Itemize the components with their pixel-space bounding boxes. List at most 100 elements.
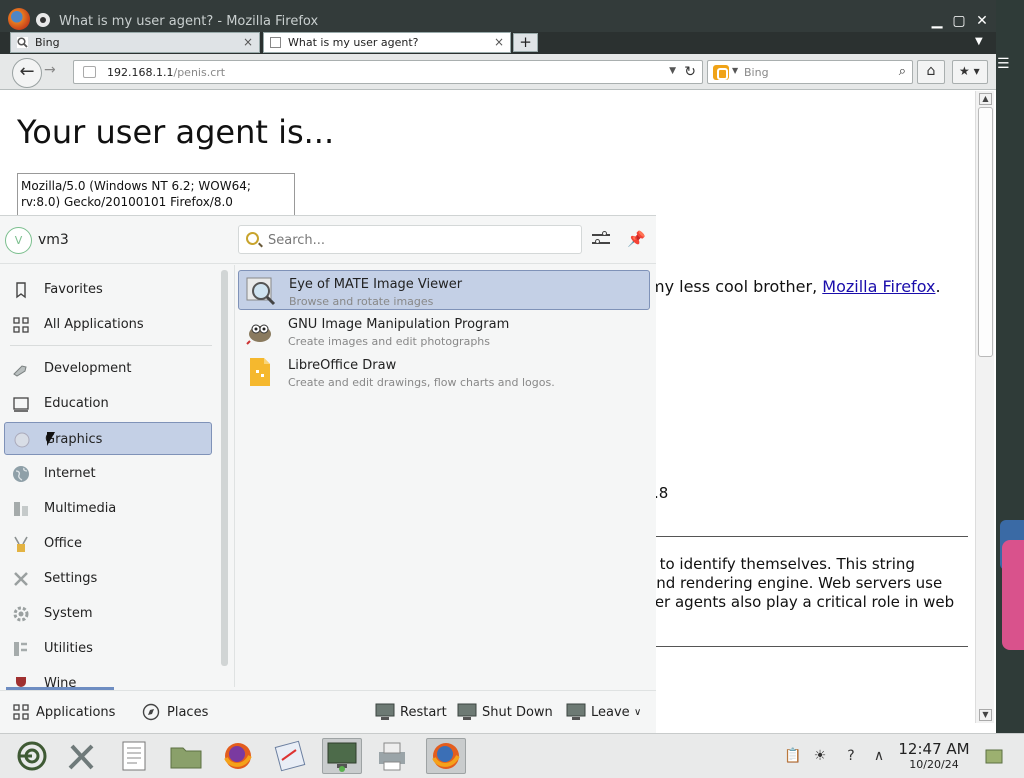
divider bbox=[649, 536, 968, 537]
scrollbar-thumb[interactable] bbox=[978, 107, 993, 357]
tab-close-button[interactable]: × bbox=[494, 35, 504, 49]
category-graphics[interactable]: Graphics bbox=[4, 422, 212, 455]
tab-user-agent[interactable]: What is my user agent? × bbox=[263, 32, 511, 53]
category-utilities[interactable]: Utilities bbox=[4, 632, 212, 665]
forward-button[interactable]: → bbox=[44, 62, 56, 78]
tab-list-icon[interactable]: ▼ bbox=[975, 36, 983, 47]
category-development[interactable]: Development bbox=[4, 352, 212, 385]
tab-bing[interactable]: Bing × bbox=[10, 32, 260, 53]
category-all-applications[interactable]: All Applications bbox=[4, 308, 212, 341]
places-button[interactable]: Places bbox=[142, 701, 212, 725]
scroll-up-icon[interactable]: ▲ bbox=[979, 93, 992, 105]
search-icon[interactable]: ⌕ bbox=[899, 64, 906, 79]
category-scrollbar[interactable] bbox=[221, 270, 228, 666]
page-scrollbar[interactable]: ▲ ▼ bbox=[975, 91, 994, 723]
taskbar: 📋 ☀ ? ∧ 12:47 AM 10/20/24 bbox=[0, 733, 1024, 778]
graphics-icon bbox=[14, 432, 30, 448]
firefox-task[interactable] bbox=[426, 738, 466, 774]
firefox-icon bbox=[432, 743, 460, 769]
category-wine[interactable]: Wine bbox=[4, 667, 212, 687]
hamburger-menu-icon[interactable]: ☰ bbox=[997, 56, 1010, 72]
close-button[interactable]: ✕ bbox=[974, 14, 990, 28]
category-office[interactable]: Office bbox=[4, 527, 212, 560]
url-bar[interactable]: 192.168.1.1/penis.crt ▼ ↻ bbox=[73, 60, 703, 84]
printer-icon[interactable] bbox=[374, 738, 410, 774]
libreoffice-draw-icon bbox=[250, 358, 270, 386]
category-label: System bbox=[44, 606, 93, 621]
text-editor-icon[interactable] bbox=[116, 738, 152, 774]
divider bbox=[10, 345, 212, 346]
globe-icon bbox=[13, 466, 29, 482]
menu-search-input[interactable]: Search... bbox=[238, 225, 582, 254]
search-placeholder: Bing bbox=[744, 66, 769, 79]
site-identity-icon[interactable] bbox=[83, 66, 96, 78]
firefox-icon[interactable] bbox=[220, 738, 256, 774]
category-settings[interactable]: Settings bbox=[4, 562, 212, 595]
minimize-button[interactable]: ▁ bbox=[929, 14, 945, 28]
tab-label: What is my user agent? bbox=[288, 36, 419, 49]
avatar[interactable]: V bbox=[5, 227, 32, 254]
mate-menu-icon[interactable] bbox=[14, 738, 50, 774]
leave-button[interactable]: Leave ∨ bbox=[566, 701, 648, 725]
search-bar[interactable]: ▼ Bing ⌕ bbox=[707, 60, 913, 84]
category-label: Settings bbox=[44, 571, 98, 586]
monitor-icon bbox=[566, 703, 586, 720]
shutdown-label: Shut Down bbox=[482, 705, 553, 720]
back-button[interactable]: ← bbox=[12, 58, 42, 88]
applications-label: Applications bbox=[36, 705, 116, 720]
applications-button[interactable]: Applications bbox=[12, 701, 116, 725]
app-name: GNU Image Manipulation Program bbox=[288, 317, 510, 332]
utilities-icon bbox=[14, 642, 27, 656]
navigation-toolbar: ← → 192.168.1.1/penis.crt ▼ ↻ ▼ Bing ⌕ ⌂… bbox=[0, 54, 996, 90]
bookmarks-button[interactable]: ★ ▾ bbox=[952, 60, 988, 84]
text-fragment: my less cool brother, bbox=[649, 277, 823, 296]
document-viewer-icon[interactable] bbox=[272, 738, 308, 774]
app-libreoffice-draw[interactable]: LibreOffice Draw Create and edit drawing… bbox=[238, 352, 650, 392]
app-gimp[interactable]: GNU Image Manipulation Program Create im… bbox=[238, 311, 650, 351]
terminal-task[interactable] bbox=[322, 738, 362, 774]
brightness-icon[interactable]: ☀ bbox=[812, 748, 828, 764]
reload-icon[interactable]: ↻ bbox=[684, 64, 696, 80]
help-icon[interactable]: ? bbox=[843, 748, 859, 764]
grid-icon bbox=[13, 317, 29, 333]
engine-dropdown-icon[interactable]: ▼ bbox=[732, 66, 738, 75]
tab-close-button[interactable]: × bbox=[243, 35, 253, 49]
gear-icon bbox=[13, 606, 29, 622]
clipboard-icon[interactable]: 📋 bbox=[784, 748, 801, 764]
settings-tools-icon[interactable] bbox=[64, 738, 100, 774]
home-button[interactable]: ⌂ bbox=[917, 60, 945, 84]
shutdown-button[interactable]: Shut Down bbox=[457, 701, 553, 725]
multimedia-icon bbox=[14, 502, 28, 516]
divider bbox=[234, 265, 235, 687]
clock-time[interactable]: 12:47 AM bbox=[898, 740, 970, 758]
category-favorites[interactable]: Favorites bbox=[4, 273, 212, 306]
title-bar[interactable]: What is my user agent? - Mozilla Firefox… bbox=[0, 0, 996, 32]
show-desktop-icon[interactable] bbox=[984, 746, 1004, 766]
history-dropdown-icon[interactable]: ▼ bbox=[669, 66, 676, 76]
maximize-button[interactable]: ▢ bbox=[951, 14, 967, 28]
application-list: Eye of MATE Image Viewer Browse and rota… bbox=[238, 270, 652, 680]
category-label: Favorites bbox=[44, 282, 103, 297]
page-heading: Your user agent is... bbox=[17, 113, 335, 151]
new-tab-button[interactable]: + bbox=[513, 33, 538, 52]
category-multimedia[interactable]: Multimedia bbox=[4, 492, 212, 525]
menu-header: V vm3 Search... 📌 bbox=[0, 216, 656, 264]
app-name: Eye of MATE Image Viewer bbox=[289, 277, 463, 292]
category-internet[interactable]: Internet bbox=[4, 457, 212, 490]
bing-engine-icon[interactable] bbox=[713, 65, 729, 80]
file-manager-icon[interactable] bbox=[168, 738, 204, 774]
preferences-icon[interactable] bbox=[592, 230, 610, 248]
pin-icon[interactable]: 📌 bbox=[627, 230, 646, 248]
app-eye-of-mate[interactable]: Eye of MATE Image Viewer Browse and rota… bbox=[238, 270, 650, 310]
firefox-link[interactable]: Mozilla Firefox bbox=[822, 277, 935, 296]
restart-button[interactable]: Restart bbox=[375, 701, 447, 725]
chevron-up-icon[interactable]: ∧ bbox=[871, 748, 887, 764]
firefox-logo-icon bbox=[8, 8, 30, 30]
category-label: Development bbox=[44, 361, 132, 376]
search-placeholder: Search... bbox=[268, 233, 326, 248]
category-education[interactable]: Education bbox=[4, 387, 212, 420]
scroll-down-icon[interactable]: ▼ bbox=[979, 709, 992, 721]
category-system[interactable]: System bbox=[4, 597, 212, 630]
category-label: Internet bbox=[44, 466, 96, 481]
window-menu-icon[interactable] bbox=[36, 13, 50, 27]
